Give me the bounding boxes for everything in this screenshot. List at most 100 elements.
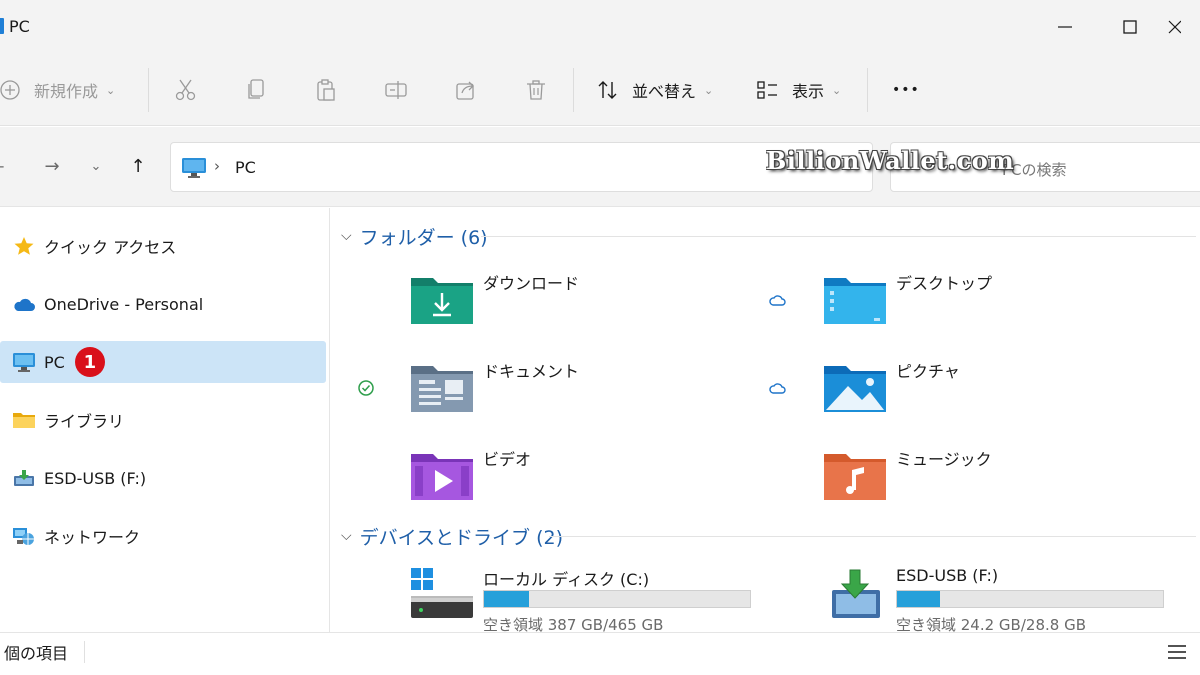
downloads-folder-icon (411, 278, 473, 324)
minimize-icon (1058, 26, 1072, 28)
breadcrumb-chevron-icon: › (214, 157, 220, 175)
paste-button[interactable] (314, 74, 338, 106)
drive-name: ESD-USB (F:) (896, 566, 999, 585)
drive-name: ローカル ディスク (C:) (483, 570, 650, 589)
sidebar-item-label: ライブラリ (44, 412, 125, 431)
drives-section-title: デバイスとドライブ (2) (359, 526, 564, 549)
sidebar-item-libraries[interactable]: ライブラリ (0, 399, 326, 441)
rename-button[interactable] (384, 74, 408, 106)
sidebar-item-label: OneDrive - Personal (44, 294, 204, 314)
folder-name: デスクトップ (896, 274, 993, 293)
pictures-folder-icon (824, 366, 886, 412)
folder-tile-documents[interactable]: ドキュメント (331, 358, 711, 428)
content-pane: ⌵ フォルダー (6) ダウンロード デスクトップ ドキュメント ピクチャ ビデ… (331, 208, 1200, 634)
address-row: – → ⌄ ↑ › PC PCの検索 BillionWallet.com (0, 127, 1200, 207)
details-view-icon[interactable] (1166, 641, 1188, 663)
close-icon (1168, 20, 1181, 34)
more-options-button[interactable]: ••• (892, 74, 920, 106)
step-badge: 1 (74, 347, 105, 377)
arrow-left-icon: – (0, 156, 5, 177)
folder-tile-downloads[interactable]: ダウンロード (331, 270, 711, 340)
hard-drive-icon (411, 568, 473, 618)
separator (148, 68, 149, 112)
folders-section-header[interactable]: ⌵ フォルダー (6) (341, 222, 488, 250)
cloud-status-icon (767, 290, 787, 310)
videos-folder-icon (411, 454, 473, 500)
minimize-button[interactable] (1042, 10, 1088, 44)
synced-status-icon (356, 378, 376, 398)
folder-name: ピクチャ (896, 362, 960, 381)
drive-tile-local-disk-c[interactable]: ローカル ディスク (C:) 空き領域 387 GB/465 GB (331, 566, 751, 636)
arrow-right-icon: → (44, 155, 60, 177)
up-button[interactable]: ↑ (124, 151, 152, 181)
copy-button[interactable] (245, 74, 269, 106)
drive-tile-esd-usb[interactable]: ESD-USB (F:) 空き領域 24.2 GB/28.8 GB (744, 566, 1164, 636)
separator (84, 641, 85, 663)
desktop-folder-icon (824, 278, 886, 324)
recent-locations-button[interactable]: ⌄ (82, 151, 110, 181)
maximize-icon (1123, 20, 1137, 34)
monitor-icon (182, 158, 206, 178)
item-count: 個の項目 (4, 644, 69, 663)
sidebar-item-usb[interactable]: ESD-USB (F:) (0, 457, 326, 499)
star-icon (12, 234, 36, 258)
chevron-down-icon: ⌄ (90, 158, 102, 174)
share-button[interactable] (454, 74, 478, 106)
command-bar: 新規作成 ⌄ 並べ替え ⌄ 表示 ⌄ ••• (0, 54, 1200, 126)
separator (573, 68, 574, 112)
monitor-icon (12, 350, 36, 374)
close-button[interactable] (1165, 10, 1200, 44)
new-label: 新規作成 (34, 82, 99, 101)
share-icon (456, 81, 474, 100)
drive-usage-fill (484, 591, 530, 607)
new-button[interactable]: 新規作成 ⌄ (0, 74, 115, 106)
cloud-status-icon (767, 378, 787, 398)
folder-name: ドキュメント (483, 362, 580, 381)
cut-button[interactable] (174, 74, 198, 106)
chevron-down-icon: ⌄ (106, 83, 116, 97)
clipboard-icon (317, 79, 335, 101)
more-icon: ••• (892, 82, 920, 98)
watermark: BillionWallet.com (766, 146, 1015, 175)
plus-circle-icon (0, 80, 20, 100)
cloud-icon (12, 292, 36, 316)
usb-drive-icon (12, 466, 36, 490)
folder-tile-music[interactable]: ミュージック (744, 446, 1124, 516)
sidebar-item-quick-access[interactable]: クイック アクセス (0, 225, 326, 267)
divider (549, 536, 1196, 537)
scissors-icon (175, 79, 196, 101)
separator (867, 68, 868, 112)
folder-tile-desktop[interactable]: デスクトップ (744, 270, 1124, 340)
view-button[interactable]: 表示 ⌄ (756, 74, 841, 106)
forward-button[interactable]: → (38, 151, 66, 181)
delete-button[interactable] (524, 74, 548, 106)
folder-name: ダウンロード (483, 274, 580, 293)
sidebar-item-onedrive[interactable]: OneDrive - Personal (0, 283, 326, 325)
view-list-icon (757, 81, 777, 99)
sort-button[interactable]: 並べ替え ⌄ (596, 74, 713, 106)
sidebar-item-label: クイック アクセス (44, 238, 177, 257)
sidebar-item-network[interactable]: ネットワーク (0, 515, 326, 557)
breadcrumb-pc[interactable]: PC (235, 158, 256, 177)
chevron-down-icon: ⌄ (704, 83, 714, 97)
back-button[interactable]: – (0, 151, 14, 181)
folder-tile-pictures[interactable]: ピクチャ (744, 358, 1124, 428)
documents-folder-icon (411, 366, 473, 412)
sort-icon (598, 81, 617, 99)
folder-tile-videos[interactable]: ビデオ (331, 446, 711, 516)
view-label: 表示 (792, 82, 825, 101)
maximize-button[interactable] (1107, 10, 1153, 44)
drive-usage-bar (483, 590, 751, 608)
chevron-down-icon: ⌵ (341, 528, 352, 544)
folder-name: ミュージック (896, 450, 992, 469)
sidebar-item-label: PC (44, 352, 65, 372)
copy-icon (248, 79, 264, 99)
folder-name: ビデオ (483, 450, 532, 469)
sidebar-item-label: ネットワーク (44, 528, 141, 547)
app-icon (0, 18, 4, 34)
drives-section-header[interactable]: ⌵ デバイスとドライブ (2) (341, 522, 563, 550)
sidebar-item-pc[interactable]: PC 1 (0, 341, 326, 383)
sort-label: 並べ替え (632, 82, 697, 101)
music-folder-icon (824, 454, 886, 500)
arrow-up-icon: ↑ (130, 155, 146, 177)
